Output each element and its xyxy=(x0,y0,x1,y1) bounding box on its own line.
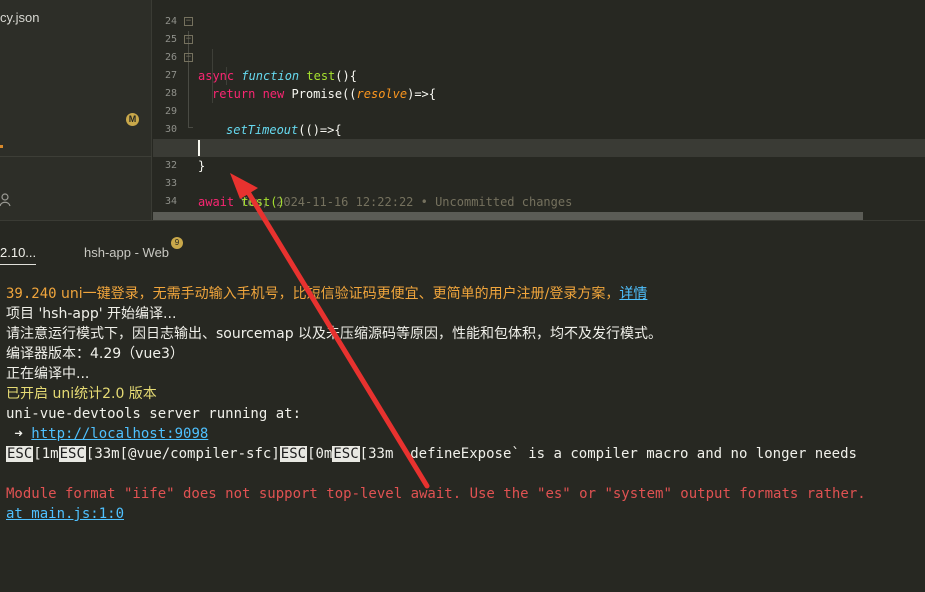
file-item[interactable]: cy.json xyxy=(0,10,40,25)
horizontal-scrollbar[interactable] xyxy=(153,212,863,220)
sidebar-divider xyxy=(0,156,152,157)
indent-guide xyxy=(212,85,213,103)
file-explorer-sidebar: cy.json M xyxy=(0,0,152,220)
esc-marker: ESC xyxy=(58,446,86,462)
console-line: at main.js:1:0 xyxy=(6,504,124,524)
esc-marker: ESC xyxy=(6,446,34,462)
code-line: 28 resolve() xyxy=(153,67,925,155)
code-line: 27 − setTimeout(()=>{ xyxy=(153,49,925,137)
error-line: Module format "iife" does not support to… xyxy=(6,486,866,502)
indent-guide xyxy=(212,67,213,85)
details-link[interactable]: 详情 xyxy=(619,286,647,302)
fold-toggle-icon[interactable]: − xyxy=(184,53,193,62)
error-location-link[interactable]: at main.js:1:0 xyxy=(6,506,124,522)
indent-guide xyxy=(226,67,227,85)
console-line: 39.240 uni一键登录，无需手动输入手机号，比短信验证码更便宜、更简单的用… xyxy=(6,286,648,302)
console-line: ESC[1mESC[33m[@vue/compiler-sfc]ESC[0mES… xyxy=(6,446,857,462)
code-line: 26 − return new Promise((resolve)=>{ xyxy=(153,31,925,102)
fold-toggle-icon[interactable]: − xyxy=(184,17,193,26)
console-line: ➜ http://localhost:9098 xyxy=(6,426,209,442)
tab-hsh-app-web[interactable]: hsh-app - Web xyxy=(84,245,169,260)
tab-notification-badge: 9 xyxy=(171,237,183,249)
code-line: 33 await test() xyxy=(153,157,925,209)
indent-guide xyxy=(212,49,213,67)
console-line: uni-vue-devtools server running at: xyxy=(6,406,302,422)
code-line: 34 console.log('-----') xyxy=(153,175,925,227)
current-line: 32 You, 2024-11-16 12:22:22 • Uncommitte… xyxy=(153,139,925,209)
console-output: 39.240 uni一键登录，无需手动输入手机号，比短信验证码更便宜、更简单的用… xyxy=(0,280,925,592)
text-cursor xyxy=(198,140,200,156)
localhost-link[interactable]: http://localhost:9098 xyxy=(31,426,208,442)
console-tab-bar: 2.10... hsh-app - Web 9 xyxy=(0,221,925,267)
code-editor[interactable]: 24 25 − async function test(){ 26 − retu… xyxy=(153,0,925,227)
modified-badge: M xyxy=(126,113,139,126)
console-line: 项目 'hsh-app' 开始编译... xyxy=(6,306,177,322)
code-line: 29 },2000) xyxy=(153,85,925,155)
code-line: 24 xyxy=(153,0,925,27)
code-line: 25 − async function test(){ xyxy=(153,13,925,84)
code-line: 35 xyxy=(153,193,925,225)
code-line: 31 } xyxy=(153,121,925,173)
console-line: 编译器版本：4.29（vue3） xyxy=(6,346,184,362)
tab-hbuilder-version[interactable]: 2.10... xyxy=(0,245,37,265)
status-marker xyxy=(0,145,3,148)
console-line: 正在编译中... xyxy=(6,366,90,382)
code-line: 30 }) xyxy=(153,103,925,155)
console-line: 已开启 uni统计2.0 版本 xyxy=(6,386,157,402)
person-icon[interactable] xyxy=(0,193,12,207)
esc-marker: ESC xyxy=(332,446,360,462)
fold-toggle-icon[interactable]: − xyxy=(184,35,193,44)
console-line: 请注意运行模式下，因日志输出、sourcemap 以及未压缩源码等原因，性能和包… xyxy=(6,326,663,342)
esc-marker: ESC xyxy=(279,446,308,462)
